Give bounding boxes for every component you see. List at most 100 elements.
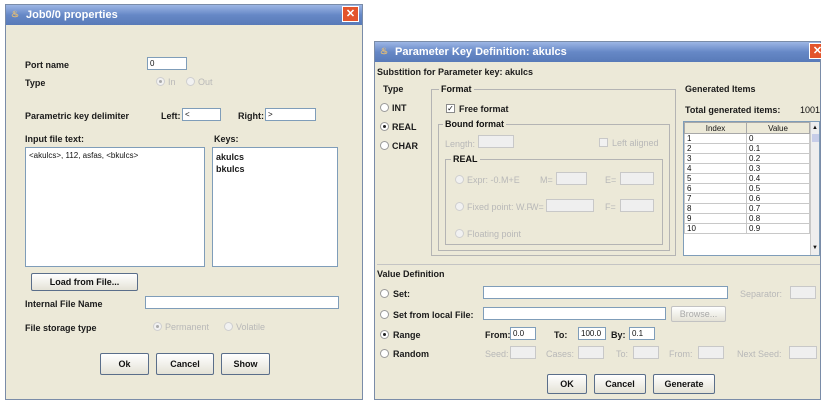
type-out-label: Out: [198, 77, 213, 87]
delimiter-label: Parametric key delimiter: [25, 111, 130, 121]
range-label: Range: [393, 330, 421, 340]
ok-button[interactable]: Ok: [100, 353, 149, 375]
seed-field[interactable]: [510, 346, 536, 359]
index-cell: 9: [684, 213, 748, 224]
generated-table: Index Value 1 0 2 0.1 3 0.2 4 0.3 5 0.4 6 0.5 7 0.6 8 0…: [684, 122, 810, 234]
table-row[interactable]: 8 0.7: [684, 203, 810, 214]
input-file-textarea[interactable]: <akulcs>, 112, asfas, <bkulcs>: [25, 147, 205, 267]
table-row[interactable]: 5 0.4: [684, 173, 810, 184]
column-header-value[interactable]: Value: [746, 122, 810, 134]
set-field[interactable]: [483, 286, 728, 299]
expr-radio[interactable]: [455, 175, 464, 184]
job-titlebar[interactable]: ♨ Job0/0 properties ✕: [6, 5, 362, 25]
fixed-point-radio[interactable]: [455, 202, 464, 211]
w-label: W=: [530, 202, 544, 212]
column-header-index[interactable]: Index: [684, 122, 748, 134]
free-format-checkbox[interactable]: ✓: [446, 104, 455, 113]
free-format-label: Free format: [459, 104, 509, 114]
range-radio[interactable]: [380, 330, 389, 339]
browse-button[interactable]: Browse...: [671, 306, 726, 322]
next-seed-label: Next Seed:: [737, 349, 782, 359]
scroll-thumb[interactable]: [812, 134, 819, 142]
next-seed-field[interactable]: [789, 346, 817, 359]
value-cell: 0.1: [746, 143, 810, 154]
generated-items-label: Generated Items: [685, 84, 756, 94]
param-titlebar[interactable]: ♨ Parameter Key Definition: akulcs ✕: [375, 42, 821, 62]
table-row[interactable]: 10: [684, 133, 810, 144]
close-icon[interactable]: ✕: [809, 43, 821, 59]
java-cup-icon: ♨: [380, 46, 389, 56]
java-cup-icon: ♨: [11, 9, 20, 19]
index-cell: 6: [684, 183, 748, 194]
table-row[interactable]: 9 0.8: [684, 213, 810, 224]
type-real-radio[interactable]: [380, 122, 389, 131]
random-from-field[interactable]: [698, 346, 724, 359]
type-char-radio[interactable]: [380, 141, 389, 150]
generate-button[interactable]: Generate: [653, 374, 715, 394]
cases-label: Cases:: [546, 349, 575, 359]
range-by-field[interactable]: 0.1: [629, 327, 655, 340]
range-from-label: From:: [485, 330, 511, 340]
generated-items-table[interactable]: Index Value 1 0 2 0.1 3 0.2 4 0.3 5 0.4 6 0.5 7 0.6 8 0…: [683, 121, 820, 256]
close-icon[interactable]: ✕: [342, 6, 359, 22]
type-group-label: Type: [383, 84, 404, 94]
generated-scrollbar[interactable]: ▲ ▼: [810, 122, 819, 255]
range-from-field[interactable]: 0.0: [510, 327, 536, 340]
value-cell: 0: [746, 133, 810, 144]
set-radio[interactable]: [380, 289, 389, 298]
port-name-field[interactable]: 0: [147, 57, 187, 70]
delimiter-right-label: Right:: [238, 111, 264, 121]
load-from-file-button[interactable]: Load from File...: [31, 273, 138, 291]
value-cell: 0.4: [746, 173, 810, 184]
show-button[interactable]: Show: [221, 353, 270, 375]
type-real-label: REAL: [392, 122, 417, 132]
type-int-radio[interactable]: [380, 103, 389, 112]
cases-field[interactable]: [578, 346, 604, 359]
e-field[interactable]: [620, 172, 654, 185]
e-label: E=: [605, 175, 617, 185]
table-row[interactable]: 4 0.3: [684, 163, 810, 174]
storage-volatile-radio[interactable]: [224, 322, 233, 331]
f-field[interactable]: [620, 199, 654, 212]
bound-format-label: Bound format: [443, 119, 506, 129]
table-row[interactable]: 3 0.2: [684, 153, 810, 164]
value-cell: 0.8: [746, 213, 810, 224]
index-cell: 2: [684, 143, 748, 154]
cancel-button[interactable]: Cancel: [594, 374, 646, 394]
delimiter-right-field[interactable]: >: [265, 108, 316, 121]
set-local-file-radio[interactable]: [380, 310, 389, 319]
w-field[interactable]: [546, 199, 594, 212]
type-in-radio[interactable]: [156, 77, 165, 86]
cancel-button[interactable]: Cancel: [156, 353, 214, 375]
key-item[interactable]: akulcs: [216, 152, 244, 162]
table-row[interactable]: 10 0.9: [684, 223, 810, 234]
internal-file-name-field[interactable]: [145, 296, 339, 309]
scroll-down-icon[interactable]: ▼: [812, 245, 818, 251]
table-row[interactable]: 7 0.6: [684, 193, 810, 204]
type-out-radio[interactable]: [186, 77, 195, 86]
storage-permanent-radio[interactable]: [153, 322, 162, 331]
delimiter-left-field[interactable]: <: [182, 108, 221, 121]
value-definition-label: Value Definition: [377, 269, 445, 279]
internal-file-name-label: Internal File Name: [25, 299, 103, 309]
separator-field[interactable]: [790, 286, 816, 299]
scroll-up-icon[interactable]: ▲: [812, 125, 818, 131]
length-field[interactable]: [478, 135, 514, 148]
table-row[interactable]: 2 0.1: [684, 143, 810, 154]
type-label: Type: [25, 78, 46, 88]
index-cell: 8: [684, 203, 748, 214]
random-to-label: To:: [616, 349, 629, 359]
value-cell: 0.7: [746, 203, 810, 214]
random-radio[interactable]: [380, 349, 389, 358]
m-field[interactable]: [556, 172, 587, 185]
table-row[interactable]: 6 0.5: [684, 183, 810, 194]
ok-button[interactable]: OK: [547, 374, 587, 394]
floating-point-radio[interactable]: [455, 229, 464, 238]
param-subtitle: Substition for Parameter key: akulcs: [377, 67, 534, 77]
local-file-field[interactable]: [483, 307, 666, 320]
random-to-field[interactable]: [633, 346, 659, 359]
left-aligned-checkbox[interactable]: [599, 138, 608, 147]
keys-list[interactable]: akulcs bkulcs: [212, 147, 338, 267]
range-to-field[interactable]: 100.0: [578, 327, 606, 340]
key-item[interactable]: bkulcs: [216, 164, 245, 174]
